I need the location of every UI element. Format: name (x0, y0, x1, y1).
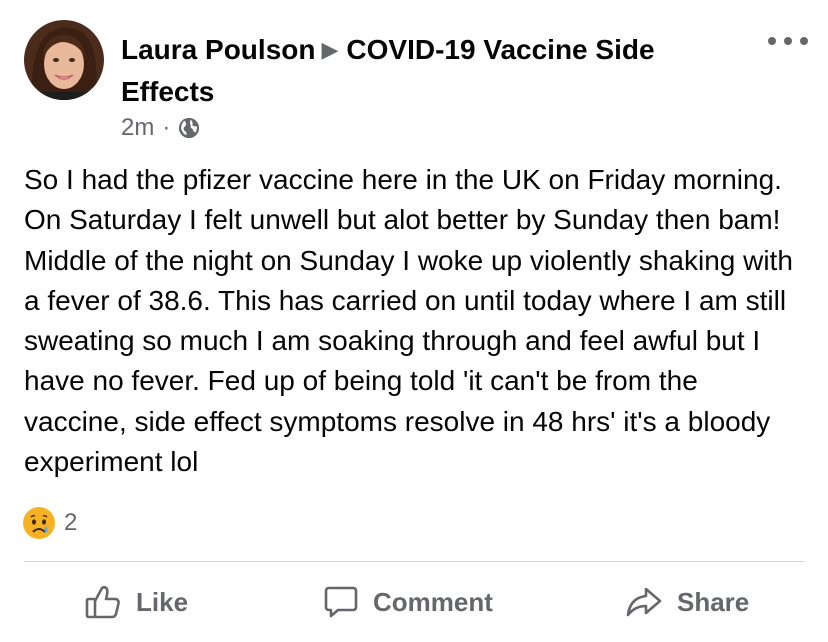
meta-dot: · (162, 114, 171, 141)
comment-icon (324, 586, 358, 618)
post-meta: 2m · (121, 111, 200, 145)
sad-reaction-icon (23, 507, 55, 539)
more-dot (784, 37, 792, 45)
post-text: So I had the pfizer vaccine here in the … (24, 164, 793, 478)
action-bar: Like Comment Share (0, 562, 828, 642)
group-separator-icon: ▶ (321, 37, 339, 62)
comment-label: Comment (373, 586, 493, 617)
share-label: Share (677, 586, 750, 617)
more-dot (768, 37, 776, 45)
thumbs-up-icon (85, 585, 120, 619)
like-label: Like (136, 586, 189, 617)
share-arrow-icon (626, 587, 662, 617)
like-button[interactable]: Like (84, 562, 188, 642)
avatar[interactable] (24, 20, 104, 100)
reactions-summary[interactable]: 2 (22, 505, 77, 541)
profile-photo (24, 20, 104, 100)
comment-button[interactable]: Comment (323, 562, 493, 642)
author-name[interactable]: Laura Poulson (121, 34, 315, 65)
post-timestamp[interactable]: 2m (121, 114, 154, 142)
more-options-button[interactable] (768, 26, 808, 56)
post-header: Laura Poulson ▶ COVID-19 Vaccine Side Effe… (121, 30, 731, 112)
reaction-count: 2 (64, 509, 78, 536)
globe-icon[interactable] (178, 117, 200, 139)
more-dot (800, 37, 808, 45)
share-button[interactable]: Share (625, 562, 749, 642)
